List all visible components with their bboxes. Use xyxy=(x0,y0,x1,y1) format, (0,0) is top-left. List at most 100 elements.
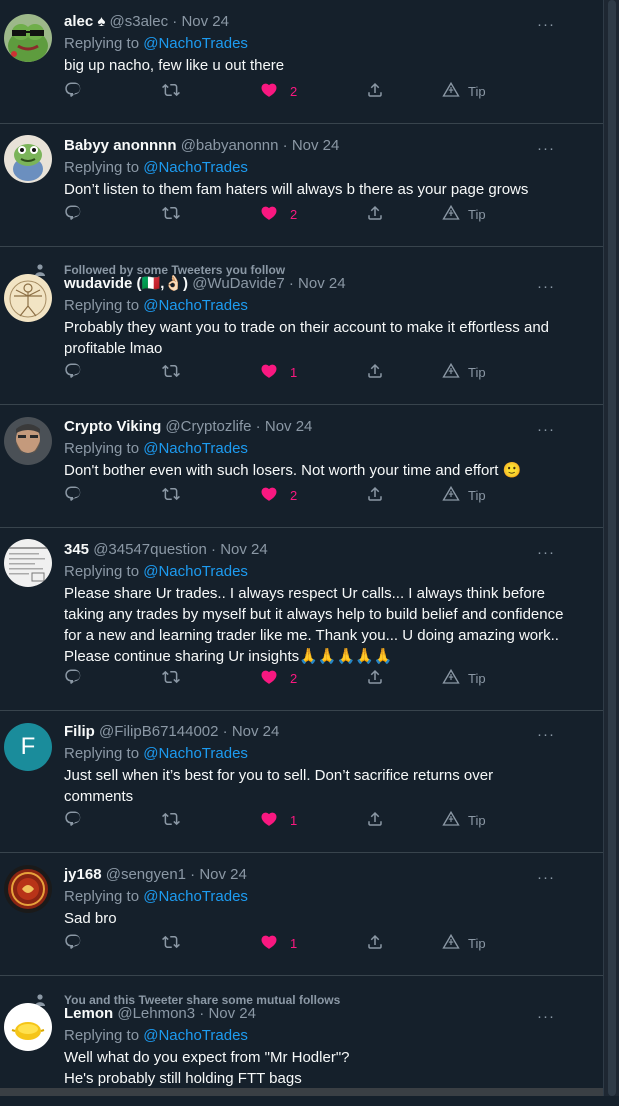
tweet-reply[interactable]: ··· alec ♠ @s3alec · Nov 24 Replying to @N… xyxy=(0,0,603,124)
tweet-reply[interactable]: F ··· Filip @FilipB67144002 · Nov 24 Replyi… xyxy=(0,711,603,853)
like-button[interactable]: 2 xyxy=(260,80,297,102)
tweet-reply[interactable]: Followed by some Tweeters you follow ··· w… xyxy=(0,247,603,405)
like-count: 2 xyxy=(290,83,298,99)
avatar[interactable] xyxy=(4,14,52,62)
tweet-reply[interactable]: ··· Crypto Viking @Cryptozlife · Nov 24 Re… xyxy=(0,405,603,528)
replying-to-link[interactable]: @NachoTrades xyxy=(143,1027,248,1044)
tweet-date[interactable]: Nov 24 xyxy=(292,137,340,154)
display-name[interactable]: Babyy anonnnn xyxy=(64,137,177,154)
avatar[interactable]: F xyxy=(4,723,52,771)
tweet-text-line: Probably they want you to trade on their… xyxy=(64,319,550,336)
replying-to-link[interactable]: @NachoTrades xyxy=(143,440,248,457)
tweet-date[interactable]: Nov 24 xyxy=(298,275,346,292)
avatar[interactable] xyxy=(4,135,52,183)
scrollbar[interactable] xyxy=(603,0,619,1096)
avatar[interactable] xyxy=(4,865,52,913)
tip-label: Tip xyxy=(468,487,486,503)
tweet-reply[interactable]: You and this Tweeter share some mutual f… xyxy=(0,976,603,1106)
tweet-date[interactable]: Nov 24 xyxy=(181,13,229,30)
user-handle[interactable]: @sengyen1 xyxy=(106,866,186,883)
reply-button[interactable] xyxy=(64,809,82,831)
retweet-button[interactable] xyxy=(162,809,180,831)
tweet-actions: 2 Tip xyxy=(64,203,494,225)
reply-icon xyxy=(64,81,82,102)
scrollbar-thumb[interactable] xyxy=(608,0,616,1096)
replying-to: Replying to @NachoTrades xyxy=(64,886,591,908)
retweet-button[interactable] xyxy=(162,484,180,506)
tip-icon xyxy=(442,204,460,225)
like-button[interactable]: 1 xyxy=(260,932,297,954)
display-name[interactable]: jy168 xyxy=(64,866,102,883)
share-button[interactable] xyxy=(366,203,384,225)
avatar[interactable] xyxy=(4,539,52,587)
tweet-reply[interactable]: ··· 345 @34547question · Nov 24 Replying t… xyxy=(0,528,603,711)
tip-button[interactable]: Tip xyxy=(442,361,486,383)
tip-button[interactable]: Tip xyxy=(442,932,486,954)
tip-button[interactable]: Tip xyxy=(442,80,486,102)
share-button[interactable] xyxy=(366,484,384,506)
reply-button[interactable] xyxy=(64,484,82,506)
share-button[interactable] xyxy=(366,667,384,689)
retweet-button[interactable] xyxy=(162,932,180,954)
display-name[interactable]: Crypto Viking xyxy=(64,418,161,435)
reply-button[interactable] xyxy=(64,203,82,225)
tip-button[interactable]: Tip xyxy=(442,809,486,831)
tip-button[interactable]: Tip xyxy=(442,667,486,689)
like-button[interactable]: 2 xyxy=(260,667,297,689)
tip-label: Tip xyxy=(468,812,486,828)
tweet-actions: 1 Tip xyxy=(64,932,494,954)
replying-to-link[interactable]: @NachoTrades xyxy=(143,745,248,762)
replying-to-link[interactable]: @NachoTrades xyxy=(143,35,248,52)
replying-to-link[interactable]: @NachoTrades xyxy=(143,297,248,314)
share-icon xyxy=(366,810,384,831)
replying-to: Replying to @NachoTrades xyxy=(64,561,591,583)
share-button[interactable] xyxy=(366,80,384,102)
display-name[interactable]: Filip xyxy=(64,723,95,740)
avatar[interactable] xyxy=(4,417,52,465)
user-handle[interactable]: @WuDavide7 xyxy=(192,275,285,292)
tweet-date[interactable]: Nov 24 xyxy=(220,541,268,558)
user-handle[interactable]: @Lehmon3 xyxy=(117,1005,195,1022)
tweet-date[interactable]: Nov 24 xyxy=(208,1005,256,1022)
retweet-button[interactable] xyxy=(162,667,180,689)
share-button[interactable] xyxy=(366,809,384,831)
like-button[interactable]: 1 xyxy=(260,809,297,831)
retweet-button[interactable] xyxy=(162,203,180,225)
user-handle[interactable]: @Cryptozlife xyxy=(165,418,251,435)
share-button[interactable] xyxy=(366,361,384,383)
tweet-text-line: Please share Ur trades.. I always respec… xyxy=(64,585,546,602)
user-handle[interactable]: @s3alec xyxy=(110,13,169,30)
user-handle[interactable]: @34547question xyxy=(93,541,207,558)
display-name[interactable]: 345 xyxy=(64,541,89,558)
tweet-header: Crypto Viking @Cryptozlife · Nov 24 xyxy=(64,416,591,438)
tweet-reply[interactable]: ··· jy168 @sengyen1 · Nov 24 Replying to @… xyxy=(0,853,603,976)
reply-button[interactable] xyxy=(64,80,82,102)
avatar[interactable] xyxy=(4,274,52,322)
share-button[interactable] xyxy=(366,932,384,954)
retweet-button[interactable] xyxy=(162,80,180,102)
reply-button[interactable] xyxy=(64,361,82,383)
retweet-button[interactable] xyxy=(162,361,180,383)
display-name[interactable]: alec ♠ xyxy=(64,13,105,30)
tweet-reply[interactable]: ··· Babyy anonnnn @babyanonnn · Nov 24 Rep… xyxy=(0,124,603,247)
tweet-date[interactable]: Nov 24 xyxy=(232,723,280,740)
reply-button[interactable] xyxy=(64,667,82,689)
display-name[interactable]: wudavide (🇮🇹,👌🏻) xyxy=(64,275,188,292)
replying-to-link[interactable]: @NachoTrades xyxy=(143,888,248,905)
replying-to-link[interactable]: @NachoTrades xyxy=(143,563,248,580)
like-button[interactable]: 2 xyxy=(260,484,297,506)
retweet-icon xyxy=(162,81,180,102)
avatar[interactable] xyxy=(4,1003,52,1051)
like-button[interactable]: 1 xyxy=(260,361,297,383)
reply-button[interactable] xyxy=(64,932,82,954)
user-handle[interactable]: @FilipB67144002 xyxy=(99,723,218,740)
like-button[interactable]: 2 xyxy=(260,203,297,225)
tweet-content: Filip @FilipB67144002 · Nov 24 Replying t… xyxy=(64,721,591,807)
display-name[interactable]: Lemon xyxy=(64,1005,113,1022)
tweet-date[interactable]: Nov 24 xyxy=(199,866,247,883)
user-handle[interactable]: @babyanonnn xyxy=(181,137,279,154)
replying-to-link[interactable]: @NachoTrades xyxy=(143,159,248,176)
tip-button[interactable]: Tip xyxy=(442,484,486,506)
tip-button[interactable]: Tip xyxy=(442,203,486,225)
tweet-date[interactable]: Nov 24 xyxy=(265,418,313,435)
